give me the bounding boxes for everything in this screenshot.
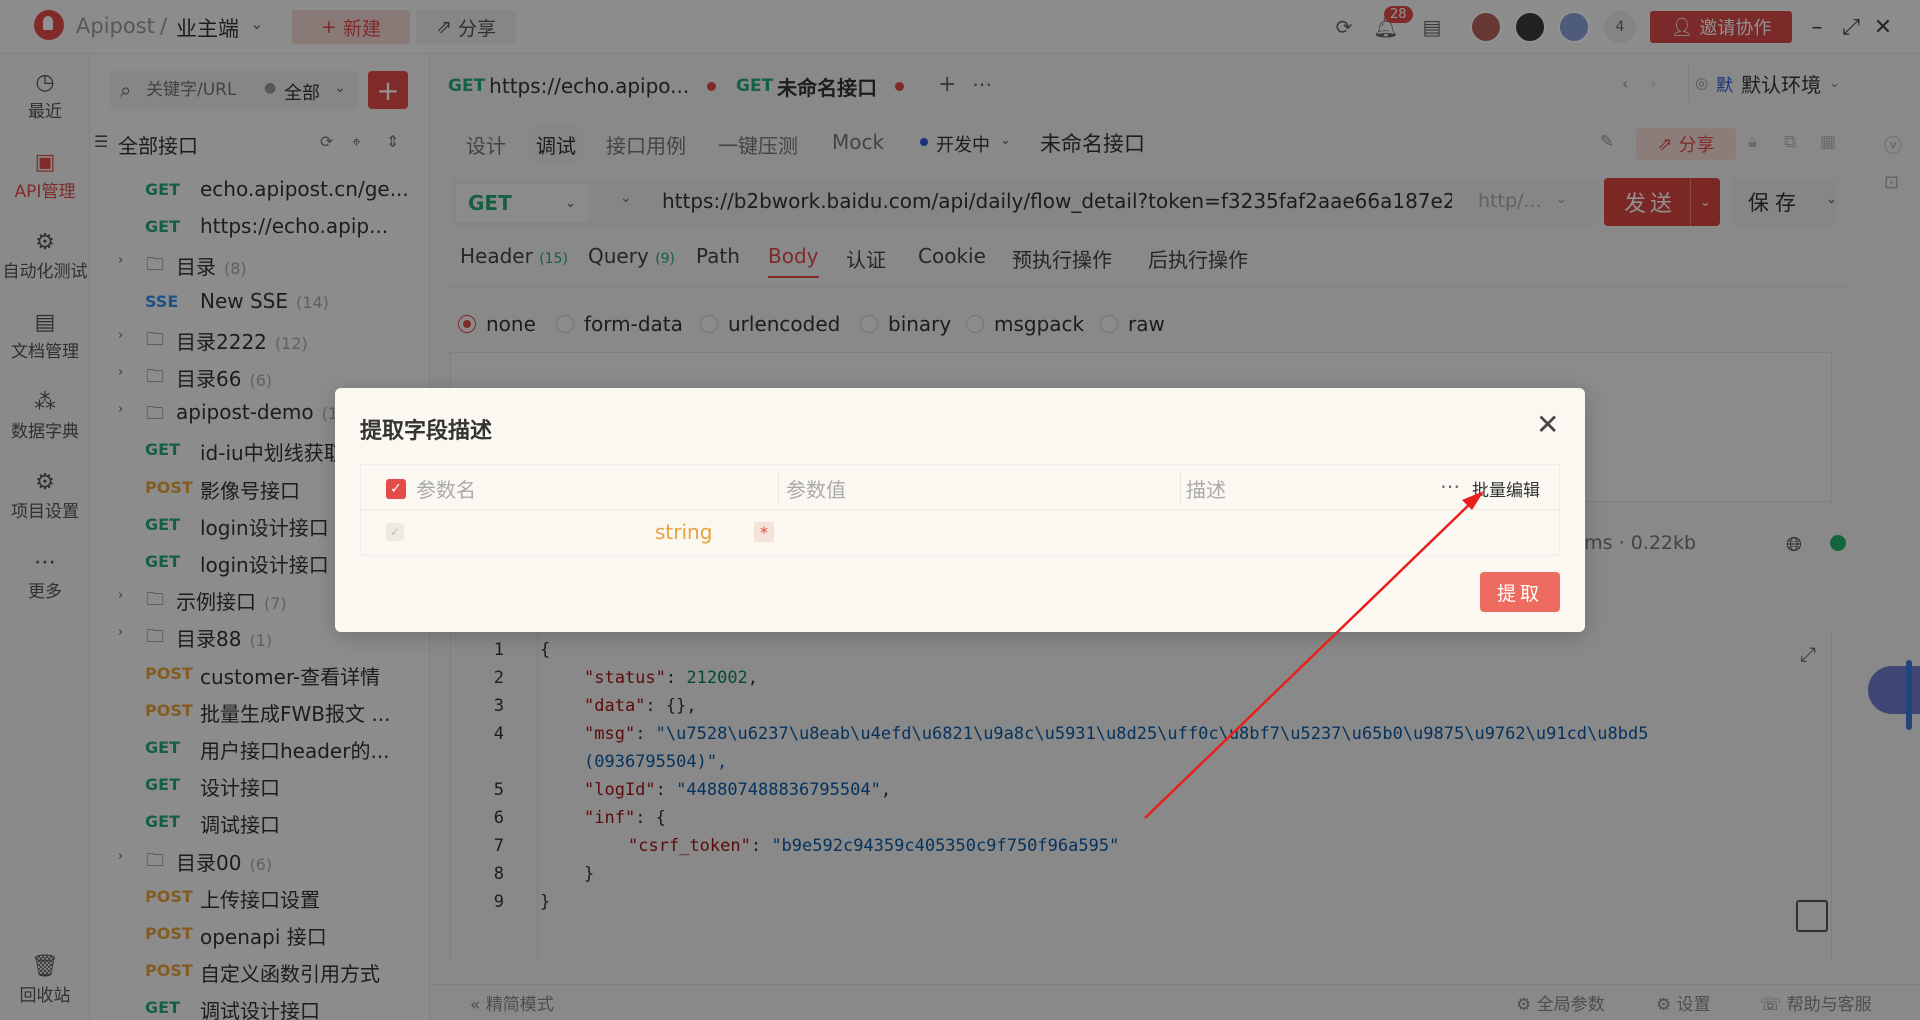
select-all-checkbox[interactable]: ✓ — [386, 479, 406, 499]
close-icon[interactable]: ✕ — [1536, 408, 1559, 441]
column-header-name: 参数名 — [416, 478, 476, 502]
more-icon[interactable]: ⋯ — [1440, 474, 1460, 498]
modal-title: 提取字段描述 — [360, 419, 493, 444]
bulk-edit-button[interactable]: 批量编辑 — [1472, 476, 1540, 501]
param-type[interactable]: string — [655, 520, 712, 544]
column-header-desc: 描述 — [1186, 478, 1226, 502]
extract-button[interactable]: 提取 — [1480, 572, 1560, 612]
param-table — [360, 464, 1560, 556]
row-checkbox[interactable]: ✓ — [386, 523, 404, 541]
column-separator — [778, 470, 779, 504]
column-header-value: 参数值 — [786, 478, 846, 502]
divider — [361, 509, 1559, 510]
column-separator — [1180, 470, 1181, 504]
required-toggle[interactable]: * — [754, 522, 774, 542]
